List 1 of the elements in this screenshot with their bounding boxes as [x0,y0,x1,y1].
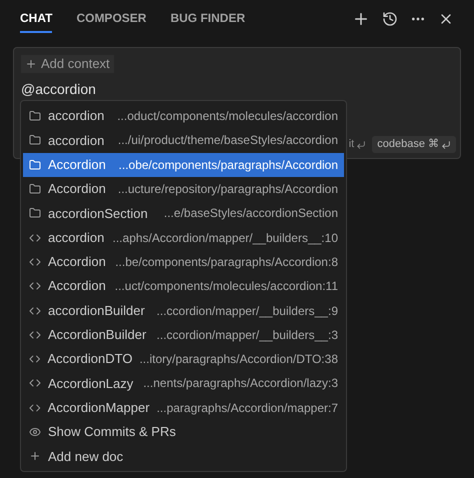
submit-hint: it [348,137,354,152]
